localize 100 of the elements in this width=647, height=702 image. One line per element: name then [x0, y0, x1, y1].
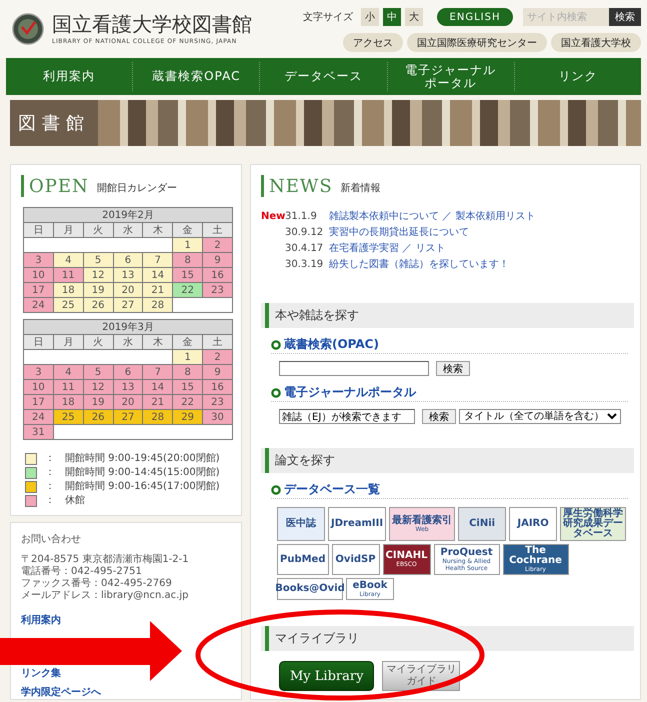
- calendar-day: 12: [83, 268, 114, 282]
- calendar-day: 16: [202, 268, 232, 282]
- weekday-header: 土: [202, 334, 232, 350]
- weekday-header: 金: [172, 334, 203, 350]
- database-logo[interactable]: JAIRO: [509, 507, 558, 541]
- news-subheading: 新着情報: [340, 182, 381, 196]
- calendar-day: 21: [142, 394, 173, 410]
- search-button[interactable]: 検索: [609, 8, 641, 26]
- contact-info-text: メールアドレス：library@ncn.ac.jp: [21, 590, 190, 602]
- circle-bullet-icon: [271, 340, 281, 350]
- calendar-day: 2: [202, 350, 232, 364]
- calendar-day: 15: [172, 380, 203, 394]
- database-logo[interactable]: Books@Ovid: [277, 578, 343, 600]
- calendar-day: 31: [24, 424, 54, 440]
- calendar-day: 6: [113, 252, 143, 268]
- calendar-day: 5: [83, 364, 114, 380]
- sidebar-link[interactable]: 学内限定ページへ: [21, 686, 101, 699]
- calendar-day: 18: [53, 394, 84, 410]
- calendar-day: 22: [172, 282, 203, 298]
- header-link[interactable]: 国立国際医療研究センター: [407, 33, 547, 52]
- calendar-day: 25: [53, 298, 84, 312]
- site-title: 国立看護大学校図書館: [52, 13, 252, 35]
- nav-link[interactable]: データベース: [259, 62, 387, 91]
- database-logo[interactable]: 医中誌: [277, 507, 325, 541]
- section-link[interactable]: データベース一覧: [284, 481, 380, 498]
- calendar-day: 17: [24, 282, 54, 298]
- legend-colon: ：: [45, 480, 55, 493]
- calendar-day: 17: [24, 394, 54, 410]
- news-link[interactable]: 紛失した図書（雑誌）を探しています！: [329, 257, 509, 273]
- calendar-day: 6: [113, 364, 143, 380]
- database-logo[interactable]: JDreamIII: [328, 507, 386, 541]
- weekday-header: 金: [172, 222, 203, 238]
- database-logo[interactable]: PubMed: [277, 544, 328, 575]
- calendar-day: 19: [83, 282, 114, 298]
- calendar-day: 30: [202, 410, 232, 424]
- calendar-day: 20: [113, 282, 143, 298]
- ejournal-search-field[interactable]: 雑誌（EJ）が検索できます: [279, 409, 415, 424]
- news-link[interactable]: 在宅看護学実習 ／ リスト: [329, 241, 446, 257]
- contact-info-text: ファックス番号：042-495-2769: [21, 578, 173, 590]
- new-label: New: [261, 210, 285, 224]
- weekday-header: 火: [83, 334, 114, 350]
- calendar-day: 11: [53, 268, 84, 282]
- sidebar-link[interactable]: リンク集: [21, 667, 61, 680]
- calendar-day: 29: [172, 410, 203, 424]
- legend-text: 開館時間 9:00-19:45(20:00閉館): [65, 452, 220, 465]
- opac-search-field[interactable]: [279, 361, 429, 376]
- news-heading: NEWS: [269, 177, 333, 197]
- font-size-button[interactable]: 大: [405, 8, 423, 26]
- calendar-day: 23: [202, 282, 232, 298]
- calendar-subheading: 開館日カレンダー: [96, 182, 177, 196]
- section-link[interactable]: 蔵書検索(OPAC): [284, 336, 379, 353]
- college-emblem-icon: [12, 13, 44, 45]
- contact-info-text: 電話番号：042-495-2751: [21, 566, 143, 578]
- calendar-day: 10: [24, 380, 54, 394]
- contact-heading: お問い合わせ: [21, 533, 82, 546]
- nav-link[interactable]: 利用案内: [6, 62, 132, 91]
- site-search-field[interactable]: サイト内検索: [523, 8, 609, 26]
- calendar-day: 9: [202, 252, 232, 268]
- database-logo[interactable]: OvidSP: [332, 544, 380, 575]
- legend-colon: ：: [45, 466, 55, 479]
- calendar-day: 21: [142, 282, 173, 298]
- section-link[interactable]: 電子ジャーナルポータル: [284, 384, 416, 401]
- english-button[interactable]: ENGLISH: [437, 8, 513, 26]
- weekday-header: 木: [142, 222, 173, 238]
- news-date: 30.3.19: [285, 258, 324, 272]
- font-size-button[interactable]: 小: [361, 8, 379, 26]
- calendar-day: 24: [24, 410, 54, 424]
- calendar-day: 20: [113, 394, 143, 410]
- header-link[interactable]: アクセス: [343, 33, 403, 52]
- calendar-heading: OPEN: [29, 177, 89, 197]
- calendar-day: 25: [53, 410, 84, 424]
- search-button[interactable]: 検索: [436, 361, 470, 376]
- calendar-day: 22: [172, 394, 203, 410]
- header-link[interactable]: 国立看護大学校: [551, 33, 641, 52]
- calendar-day: 2: [202, 238, 232, 252]
- news-date: 31.1.9: [285, 210, 318, 224]
- database-logo[interactable]: 厚生労働科学研究成果データベース: [560, 507, 626, 541]
- legend-text: 開館時間 9:00-14:45(15:00閉館): [65, 466, 220, 479]
- legend-colon: ：: [45, 452, 55, 465]
- weekday-header: 月: [53, 334, 84, 350]
- weekday-header: 水: [113, 222, 143, 238]
- weekday-header: 土: [202, 222, 232, 238]
- guide-button[interactable]: マイライブラリガイド: [382, 661, 460, 691]
- calendar-day: 14: [142, 380, 173, 394]
- news-link[interactable]: 実習中の長期貸出延長について: [329, 225, 469, 241]
- my-library-button[interactable]: My Library: [279, 661, 374, 691]
- news-link[interactable]: 雑誌製本依頼中について ／ 製本依頼用リスト: [329, 209, 536, 225]
- calendar-month-title: 2019年2月: [24, 208, 232, 222]
- nav-link[interactable]: リンク: [514, 62, 642, 91]
- sidebar-link[interactable]: 利用案内: [21, 614, 61, 627]
- nav-link[interactable]: 電子ジャーナルポータル: [386, 62, 514, 91]
- search-button[interactable]: 検索: [422, 409, 456, 424]
- calendar-day: 23: [202, 394, 232, 410]
- calendar-day: 1: [172, 350, 203, 364]
- search-type-select[interactable]: タイトル（全ての単語を含む）: [459, 409, 621, 424]
- database-logo[interactable]: CiNii: [458, 507, 506, 541]
- calendar-day: 8: [172, 364, 203, 380]
- weekday-header: 水: [113, 334, 143, 350]
- nav-link[interactable]: 蔵書検索OPAC: [132, 62, 260, 91]
- font-size-button[interactable]: 中: [383, 8, 401, 26]
